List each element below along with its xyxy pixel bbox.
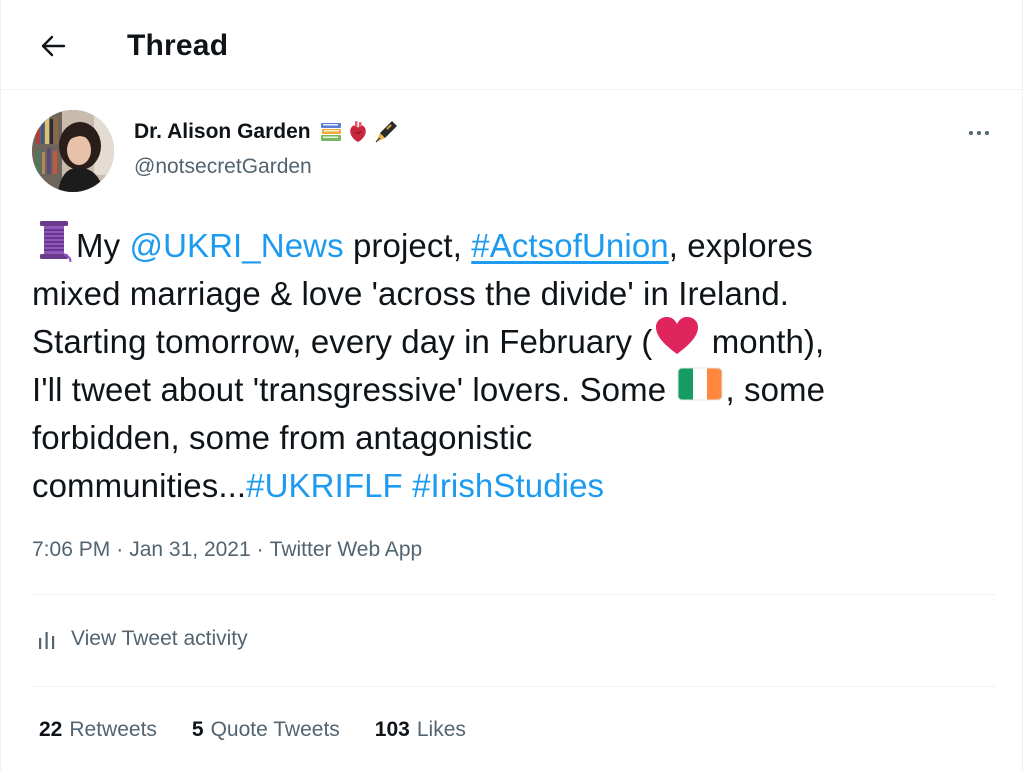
tweet-text-segment: , some: [725, 371, 826, 408]
retweets-stat[interactable]: 22 Retweets: [39, 713, 157, 747]
meta-separator: ·: [116, 538, 124, 561]
thread-spool-icon: [34, 218, 74, 275]
more-options-button[interactable]: [961, 118, 997, 148]
tweet-text-segment: month),: [702, 323, 825, 360]
tweet-text-segment: , explores: [668, 227, 813, 264]
thread-page: Thread Dr. Alison Garden @notsecretGarde…: [0, 0, 1023, 771]
tweet-text-segment: My: [76, 227, 130, 264]
back-arrow-icon: [41, 35, 66, 57]
more-dot: [969, 131, 973, 135]
tweet-line: mixed marriage & love 'across the divide…: [32, 270, 997, 318]
thread-header: Thread: [1, 0, 1022, 90]
activity-label: View Tweet activity: [71, 627, 248, 650]
hashtag-link[interactable]: #UKRIFLF: [246, 462, 403, 510]
tweet-line: My @UKRI_News project, #ActsofUnion, exp…: [32, 220, 997, 270]
tweet-text-segment: Starting tomorrow, every day in February…: [32, 323, 653, 360]
tweet-line: I'll tweet about 'transgressive' lovers.…: [32, 366, 997, 414]
page-title: Thread: [127, 29, 229, 62]
red-heart-icon: [654, 316, 700, 369]
quote-tweets-count: 5: [191, 718, 204, 741]
mention-link[interactable]: @UKRI_News: [129, 222, 343, 270]
author-name-text: Dr. Alison Garden: [134, 120, 311, 143]
ireland-flag-icon: [677, 366, 723, 415]
tweet-text-segment: I'll tweet about 'transgressive' lovers.…: [32, 371, 676, 408]
avatar[interactable]: [32, 110, 114, 192]
tweet-meta: 7:06 PM · Jan 31, 2021 · Twitter Web App: [32, 533, 422, 567]
back-button[interactable]: [31, 26, 75, 66]
retweets-label: Retweets: [69, 718, 157, 741]
tweet-line: communities... #UKRIFLF #IrishStudies: [32, 462, 997, 510]
likes-label: Likes: [416, 718, 466, 741]
hashtag-link[interactable]: #IrishStudies: [412, 462, 604, 510]
tweet-time[interactable]: 7:06 PM: [32, 533, 110, 567]
tweet-line: Starting tomorrow, every day in February…: [32, 316, 997, 369]
author-handle[interactable]: @notsecretGarden: [134, 152, 312, 182]
tweet-stats: 22 Retweets 5 Quote Tweets 103 Likes: [39, 713, 501, 747]
tweet-text-segment: mixed marriage & love 'across the divide…: [32, 275, 790, 312]
more-dot: [985, 131, 989, 135]
view-tweet-activity[interactable]: View Tweet activity: [37, 622, 248, 656]
tweet-line: forbidden, some from antagonistic: [32, 414, 997, 462]
more-dot: [977, 131, 981, 135]
quote-tweets-stat[interactable]: 5 Quote Tweets: [192, 713, 340, 747]
tweet-text-segment: communities...: [32, 467, 247, 504]
anatomical-heart-icon: [349, 121, 366, 142]
tweet-text-segment: [403, 462, 412, 510]
meta-separator: ·: [256, 538, 264, 561]
hashtag-link[interactable]: #ActsofUnion: [471, 222, 668, 270]
tweet-text: My @UKRI_News project, #ActsofUnion, exp…: [32, 220, 997, 510]
divider: [32, 686, 995, 687]
name-emojis: [319, 119, 399, 145]
divider: [32, 594, 995, 595]
tweet-text-segment: project,: [343, 227, 472, 264]
fountain-pen-icon: [375, 121, 397, 143]
retweets-count: 22: [39, 718, 63, 741]
likes-stat[interactable]: 103 Likes: [375, 713, 466, 747]
quote-tweets-label: Quote Tweets: [210, 718, 340, 741]
author-name[interactable]: Dr. Alison Garden: [134, 117, 399, 147]
analytics-icon: [39, 632, 55, 649]
books-icon: [320, 123, 341, 141]
likes-count: 103: [374, 718, 410, 741]
tweet-source[interactable]: Twitter Web App: [270, 533, 423, 567]
tweet-date[interactable]: Jan 31, 2021: [129, 533, 250, 567]
avatar-image: [32, 110, 114, 192]
tweet-text-segment: forbidden, some from antagonistic: [32, 419, 533, 456]
